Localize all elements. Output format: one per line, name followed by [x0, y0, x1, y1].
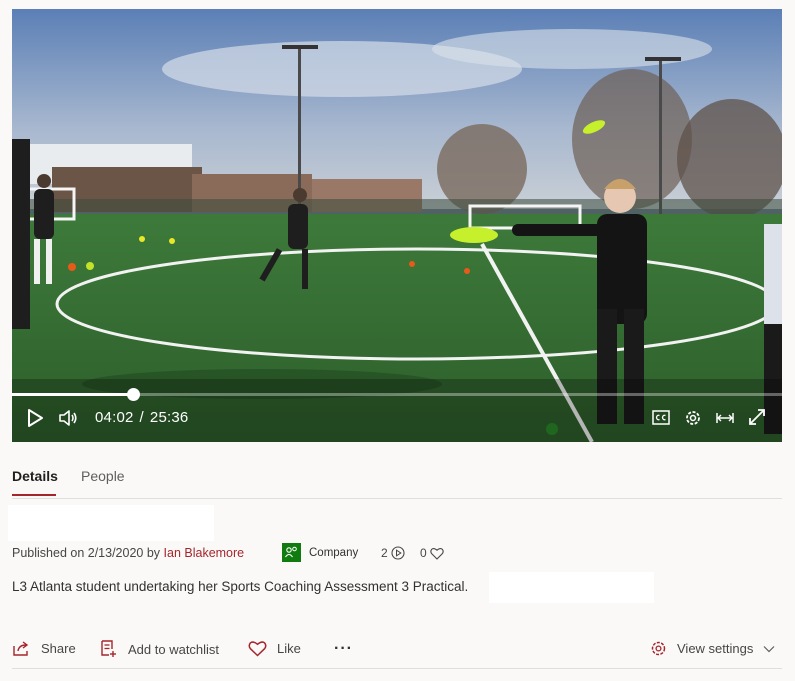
current-time: 04:02: [95, 409, 134, 426]
play-icon: [28, 409, 43, 427]
add-to-watchlist-button[interactable]: Add to watchlist: [100, 640, 219, 658]
share-label: Share: [41, 641, 76, 656]
time-separator: /: [139, 409, 144, 426]
description-placeholder: [489, 572, 654, 603]
like-count-value: 0: [420, 546, 427, 560]
video-description: L3 Atlanta student undertaking her Sport…: [12, 579, 469, 594]
heart-icon: [429, 547, 444, 560]
expand-width-icon: [716, 413, 734, 423]
volume-button[interactable]: [58, 409, 78, 427]
more-options-icon: ···: [334, 640, 353, 657]
share-icon: [13, 641, 29, 656]
like-count: 0: [420, 546, 444, 560]
action-bar: Share Add to watchlist Like ··· View set…: [12, 620, 782, 669]
seek-handle[interactable]: [126, 388, 140, 401]
seek-progress: [12, 393, 133, 396]
published-date: Published on 2/13/2020 by: [12, 546, 161, 560]
playback-time: 04:02 / 25:36: [95, 409, 188, 426]
like-label: Like: [277, 641, 301, 656]
seek-bar[interactable]: [12, 388, 782, 401]
chevron-down-icon: [763, 645, 775, 652]
view-settings-label: View settings: [677, 641, 754, 656]
watchlist-add-icon: [101, 640, 116, 657]
video-player[interactable]: 04:02 / 25:36: [12, 9, 782, 442]
gear-icon: [651, 641, 666, 656]
watchlist-label: Add to watchlist: [128, 641, 220, 657]
company-visibility-icon: [282, 543, 301, 562]
fullscreen-icon: [749, 409, 765, 425]
play-button[interactable]: [26, 408, 44, 428]
visibility-label: Company: [309, 547, 359, 559]
duration: 25:36: [149, 409, 189, 426]
more-options-button[interactable]: ···: [334, 640, 353, 658]
fullscreen-button[interactable]: [748, 408, 766, 426]
like-button[interactable]: Like: [248, 640, 301, 657]
volume-icon: [59, 410, 77, 426]
view-count-value: 2: [381, 546, 388, 560]
publish-info: Published on 2/13/2020 by Ian Blakemore: [12, 546, 244, 560]
play-circle-icon: [391, 546, 405, 560]
detail-tabs: Details People: [12, 458, 782, 499]
tab-people[interactable]: People: [81, 468, 125, 484]
tab-details[interactable]: Details: [12, 468, 58, 484]
active-tab-indicator: [12, 494, 56, 496]
gear-icon: [686, 411, 700, 425]
video-frame: [12, 9, 782, 442]
closed-captions-icon: [652, 410, 670, 425]
share-button[interactable]: Share: [12, 640, 76, 657]
captions-button[interactable]: [652, 410, 670, 425]
heart-outline-icon: [248, 641, 267, 657]
title-placeholder: [8, 505, 214, 541]
view-count: 2: [381, 546, 405, 560]
settings-button[interactable]: [684, 409, 702, 427]
author-link[interactable]: Ian Blakemore: [164, 546, 245, 560]
view-settings-button[interactable]: View settings: [650, 640, 775, 657]
theater-mode-button[interactable]: [716, 411, 734, 425]
